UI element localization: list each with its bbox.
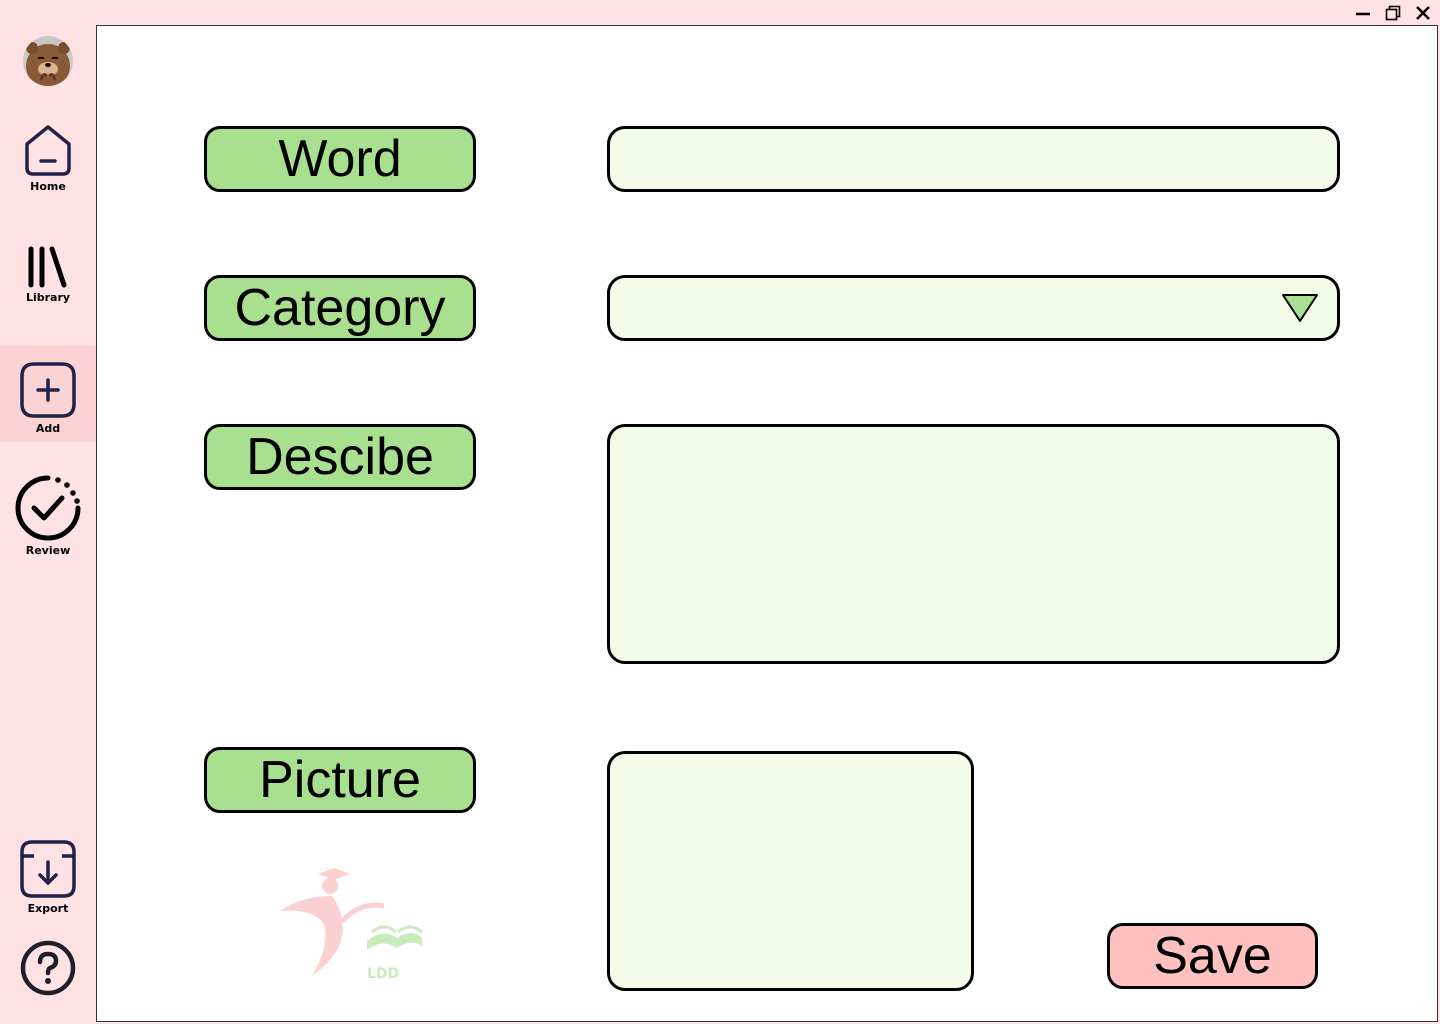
chevron-down-icon[interactable] [1281, 292, 1319, 328]
help-icon [20, 940, 76, 1000]
sidebar-item-label: Review [25, 544, 71, 557]
library-icon [25, 245, 71, 293]
minimize-icon[interactable] [1352, 3, 1374, 23]
avatar[interactable] [23, 36, 73, 86]
sidebar-item-export[interactable]: Export [0, 838, 96, 915]
review-icon [14, 474, 82, 546]
export-icon [18, 838, 78, 904]
sidebar: Home Library Add Review Export [0, 0, 96, 1024]
window-controls [1352, 2, 1434, 24]
sidebar-item-add[interactable]: Add [0, 346, 96, 442]
picture-label: Picture [204, 747, 476, 813]
sidebar-item-label: Add [35, 422, 61, 435]
category-select[interactable] [607, 275, 1340, 341]
category-label: Category [204, 275, 476, 341]
word-field[interactable] [607, 126, 1340, 192]
word-input[interactable] [610, 129, 1337, 189]
restore-icon[interactable] [1382, 3, 1404, 23]
help-button[interactable] [0, 940, 96, 1000]
sidebar-item-review[interactable]: Review [0, 474, 96, 557]
describe-textarea[interactable] [610, 427, 1337, 661]
sidebar-item-label: Home [30, 180, 66, 193]
logo-text: LDD [367, 966, 399, 981]
word-label: Word [204, 126, 476, 192]
describe-label: Descibe [204, 424, 476, 490]
close-icon[interactable] [1412, 3, 1434, 23]
ldd-logo: LDD [272, 866, 432, 982]
home-icon [23, 124, 73, 182]
sidebar-item-home[interactable]: Home [0, 124, 96, 193]
sidebar-item-label: Library [25, 291, 71, 304]
picture-dropzone[interactable] [607, 751, 974, 991]
save-button[interactable]: Save [1107, 923, 1318, 989]
add-word-panel: Word Category Descibe Picture LDD Save [96, 25, 1438, 1022]
sidebar-item-library[interactable]: Library [0, 245, 96, 304]
add-icon [18, 360, 78, 424]
sidebar-item-label: Export [27, 902, 69, 915]
describe-field[interactable] [607, 424, 1340, 664]
